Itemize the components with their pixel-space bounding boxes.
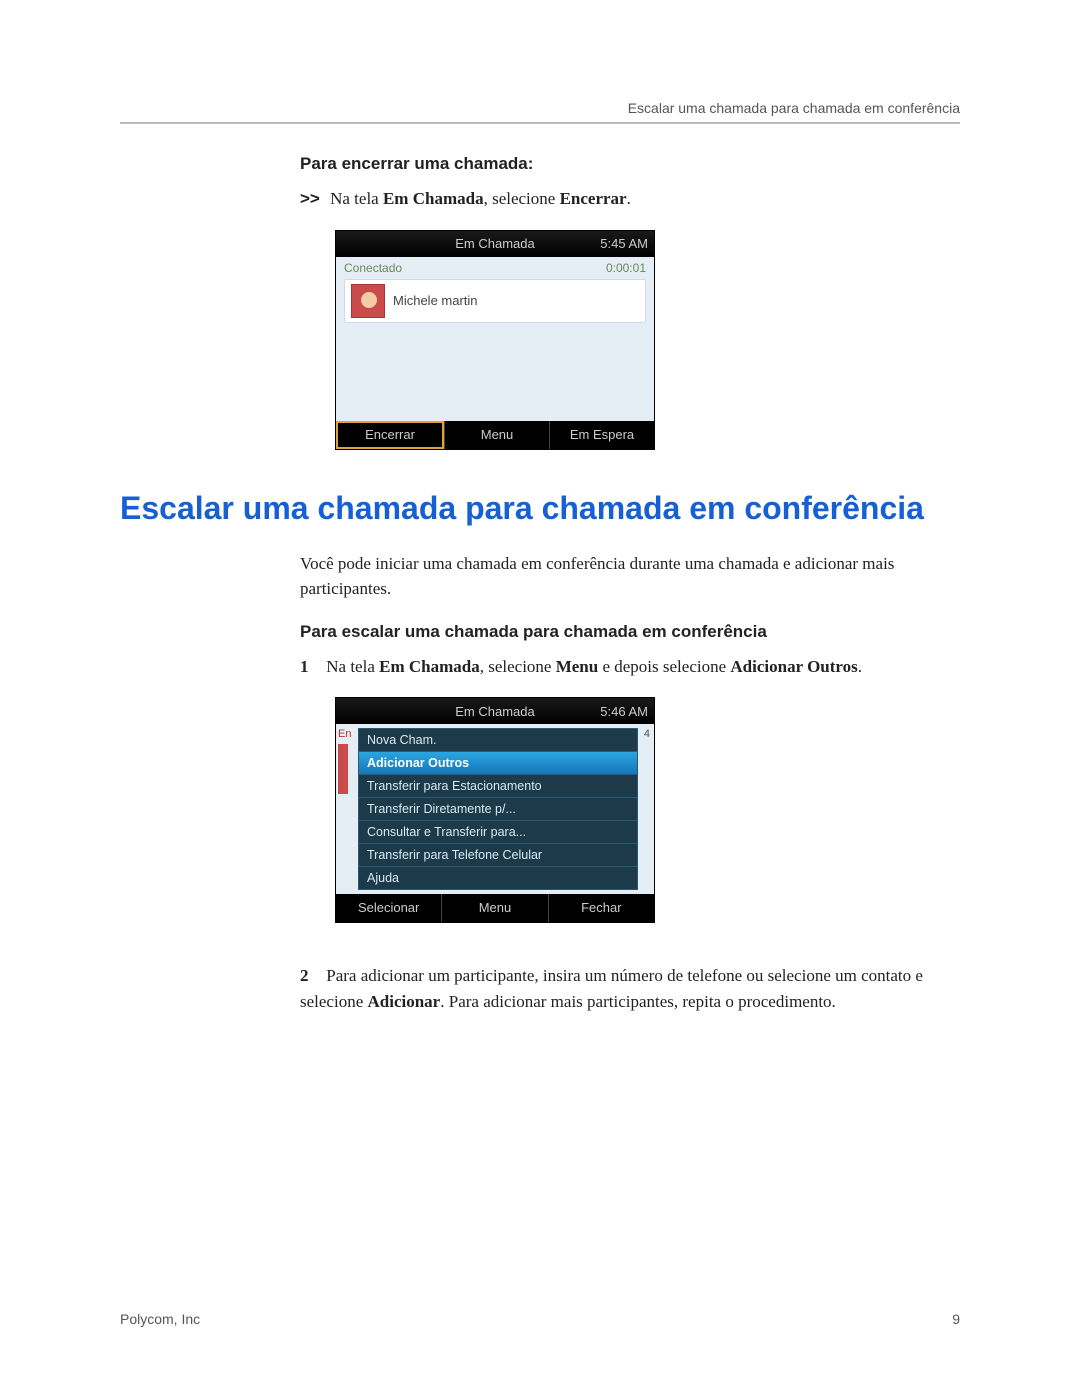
menu-item[interactable]: Ajuda [359,867,637,889]
menu-item[interactable]: Transferir para Telefone Celular [359,844,637,867]
phone-topbar: Em Chamada 5:46 AM [336,698,654,724]
softkey-bar: Encerrar Menu Em Espera [336,421,654,449]
phone-title: Em Chamada [406,704,584,719]
softkey-select[interactable]: Selecionar [336,894,441,922]
softkey-hold[interactable]: Em Espera [549,421,654,449]
text: Na tela [330,189,383,208]
text-bold: Adicionar [368,992,441,1011]
intro-paragraph: Você pode iniciar uma chamada em conferê… [300,551,950,602]
contact-name: Michele martin [393,293,478,308]
section-heading-escalate: Escalar uma chamada para chamada em conf… [120,490,960,527]
call-duration: 0:00:01 [606,261,646,275]
contact-row: Michele martin [344,279,646,323]
phone-title: Em Chamada [406,236,584,251]
avatar-strip [338,744,348,794]
step-1: 1 Na tela Em Chamada, selecione Menu e d… [300,654,950,680]
menu-item[interactable]: Transferir para Estacionamento [359,775,637,798]
phone-clock: 5:46 AM [584,704,654,719]
text-bold: Em Chamada [383,189,484,208]
step-number: 2 [300,963,322,989]
menu-item[interactable]: Consultar e Transferir para... [359,821,637,844]
header-rule [120,122,960,124]
step-marker: >> [300,189,320,208]
page-number: 9 [952,1311,960,1327]
menu-item[interactable]: Nova Cham. [359,729,637,752]
softkey-end[interactable]: Encerrar [336,421,444,449]
menu-item[interactable]: Adicionar Outros [359,752,637,775]
text: Na tela [326,657,379,676]
step-number: 1 [300,654,322,680]
footer-company: Polycom, Inc [120,1311,200,1327]
text: . Para adicionar mais participantes, rep… [440,992,836,1011]
running-head: Escalar uma chamada para chamada em conf… [120,100,960,116]
softkey-menu[interactable]: Menu [444,421,549,449]
background-peek-left: En [338,728,351,740]
text: , selecione [480,657,556,676]
text: . [858,657,862,676]
text: . [627,189,631,208]
end-call-step: >> Na tela Em Chamada, selecione Encerra… [300,186,950,212]
text-bold: Menu [556,657,599,676]
popup-menu: Nova Cham.Adicionar OutrosTransferir par… [358,728,638,890]
menu-item[interactable]: Transferir Diretamente p/... [359,798,637,821]
phone-screenshot-menu: Em Chamada 5:46 AM En 4 Nova Cham.Adicio… [335,697,655,923]
background-peek-right: 4 [644,728,650,740]
avatar [351,284,385,318]
phone-topbar: Em Chamada 5:45 AM [336,231,654,257]
text-bold: Adicionar Outros [730,657,857,676]
softkey-bar: Selecionar Menu Fechar [336,894,654,922]
phone-screenshot-in-call: Em Chamada 5:45 AM Conectado 0:00:01 Mic… [335,230,655,450]
subsection-heading-escalate: Para escalar uma chamada para chamada em… [300,622,950,642]
phone-clock: 5:45 AM [584,236,654,251]
subsection-heading-end-call: Para encerrar uma chamada: [300,154,950,174]
softkey-menu[interactable]: Menu [441,894,547,922]
text-bold: Em Chamada [379,657,480,676]
text: , selecione [484,189,560,208]
text: e depois selecione [598,657,730,676]
call-status: Conectado [344,261,402,275]
text-bold: Encerrar [560,189,627,208]
step-2: 2 Para adicionar um participante, insira… [300,963,950,1014]
softkey-close[interactable]: Fechar [548,894,654,922]
